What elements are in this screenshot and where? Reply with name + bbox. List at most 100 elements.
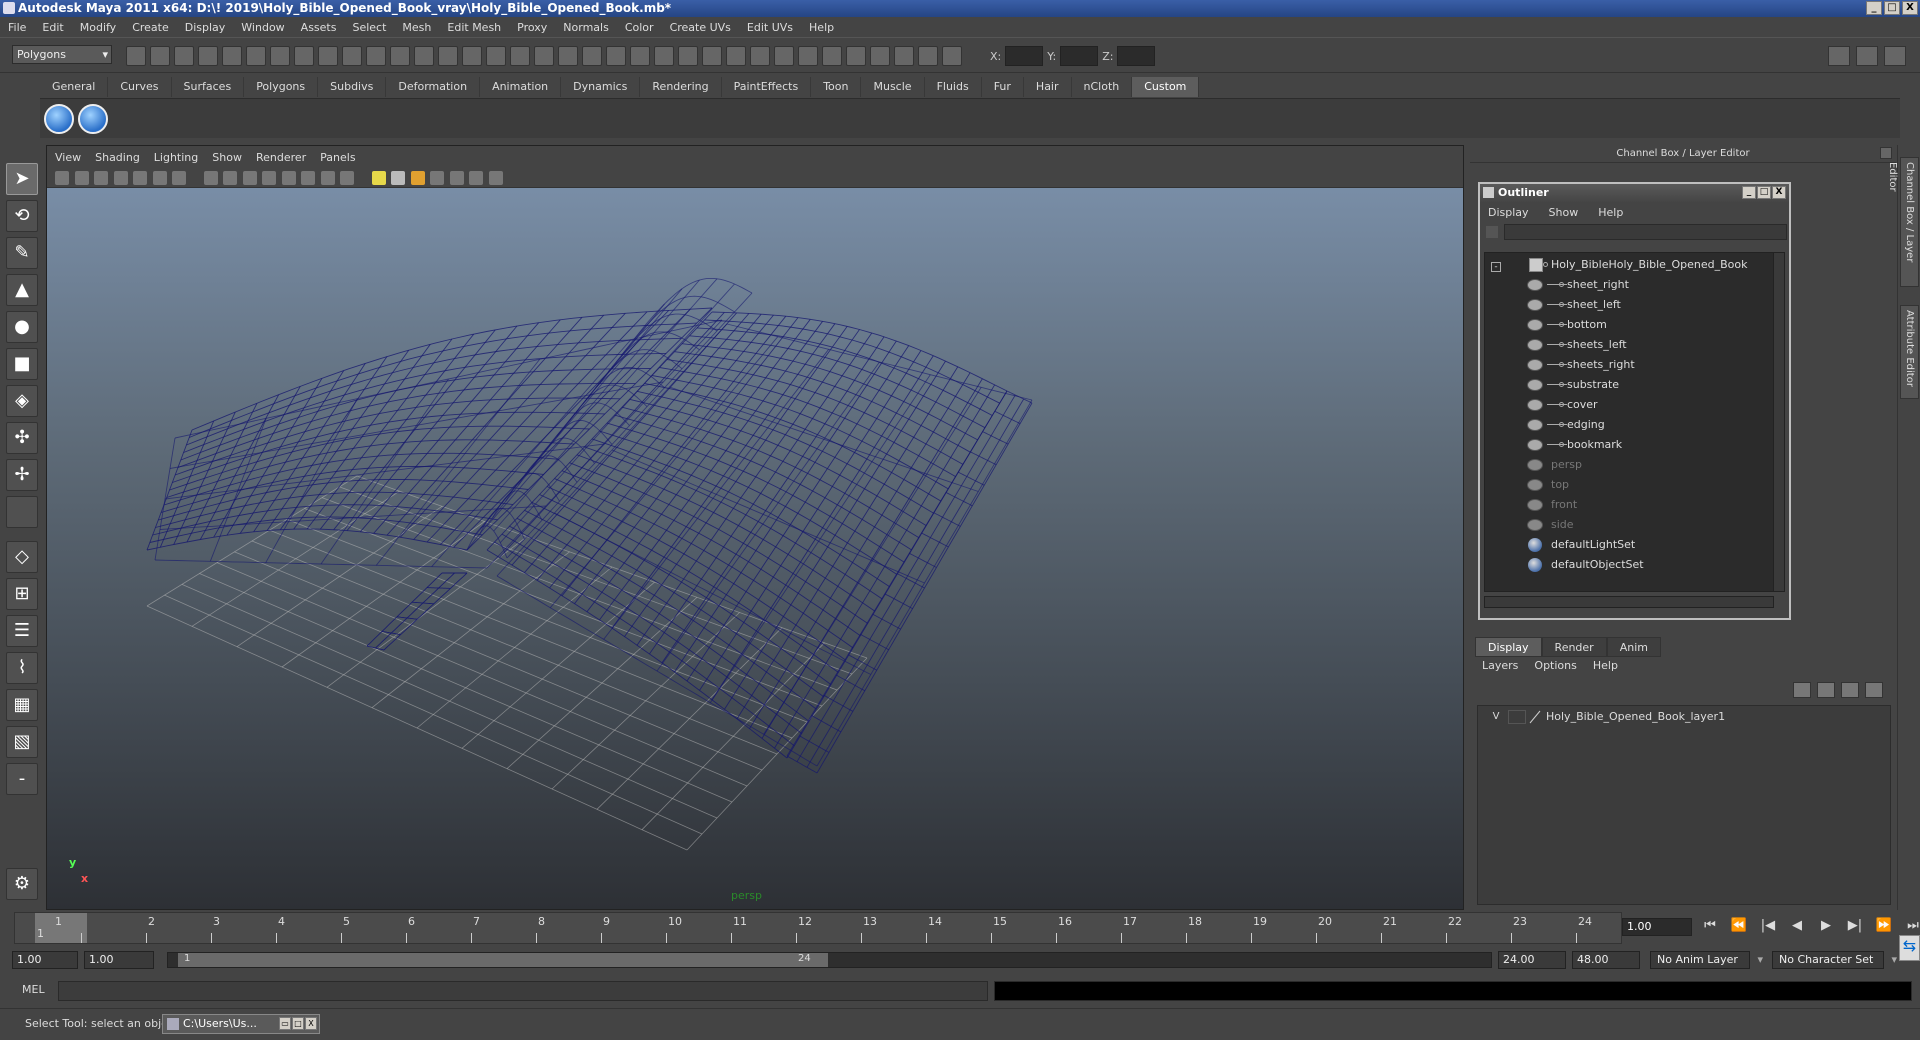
snap-surface-icon[interactable] bbox=[390, 46, 410, 66]
input-output-icon[interactable] bbox=[534, 46, 554, 66]
outliner-item-sheet-left[interactable]: sheet_left bbox=[1485, 295, 1775, 315]
viewport-menu-lighting[interactable]: Lighting bbox=[154, 151, 198, 164]
paint-icon[interactable] bbox=[822, 46, 842, 66]
snap-grid-icon[interactable] bbox=[294, 46, 314, 66]
select-by-object-icon[interactable] bbox=[222, 46, 242, 66]
shelf-tab-deformation[interactable]: Deformation bbox=[386, 77, 481, 97]
layer-menu-layers[interactable]: Layers bbox=[1482, 659, 1518, 677]
layer-visibility-toggle[interactable]: V bbox=[1488, 710, 1504, 724]
outliner-item-bookmark[interactable]: bookmark bbox=[1485, 435, 1775, 455]
shelf-tab-dynamics[interactable]: Dynamics bbox=[561, 77, 641, 97]
shelf-tab-ncloth[interactable]: nCloth bbox=[1072, 77, 1133, 97]
outliner-persp-layout-icon[interactable]: ☰ bbox=[6, 615, 38, 647]
magnet-icon[interactable] bbox=[726, 46, 746, 66]
layer-tab-render[interactable]: Render bbox=[1541, 637, 1607, 657]
step-forward-frame-icon[interactable]: ▶| bbox=[1845, 918, 1865, 933]
render-settings-icon[interactable] bbox=[510, 46, 530, 66]
field-chart-icon[interactable] bbox=[223, 171, 237, 185]
script-editor-icon[interactable]: ⚙ bbox=[6, 868, 38, 900]
snap-curve-icon[interactable] bbox=[318, 46, 338, 66]
save-scene-icon[interactable] bbox=[174, 46, 194, 66]
outliner-item-sheet-right[interactable]: sheet_right bbox=[1485, 275, 1775, 295]
outliner-item-root[interactable]: - Holy_BibleHoly_Bible_Opened_Book bbox=[1485, 255, 1775, 275]
menu-proxy[interactable]: Proxy bbox=[517, 21, 547, 34]
gate-mask-icon[interactable] bbox=[203, 171, 218, 185]
viewport-canvas[interactable] bbox=[47, 188, 1465, 910]
animation-start-time-field[interactable]: 1.00 bbox=[12, 951, 78, 969]
bookmark-icon[interactable] bbox=[94, 171, 108, 185]
step-back-frame-icon[interactable]: |◀ bbox=[1758, 918, 1778, 933]
custom-shelf-check-icon[interactable] bbox=[44, 104, 74, 134]
help-icon[interactable] bbox=[702, 46, 722, 66]
go-to-end-icon[interactable]: ⏭ bbox=[1903, 918, 1920, 933]
hypershade-icon[interactable] bbox=[582, 46, 602, 66]
outliner-item-camera-side[interactable]: side bbox=[1485, 515, 1775, 535]
new-empty-layer-icon[interactable] bbox=[1817, 682, 1835, 698]
minimize-button[interactable]: _ bbox=[1866, 1, 1882, 15]
render-view-icon[interactable] bbox=[438, 46, 458, 66]
xray-icon[interactable] bbox=[449, 171, 464, 185]
soft-mod-tool-icon[interactable]: ✣ bbox=[6, 422, 38, 454]
collapse-toggle-icon[interactable]: - bbox=[1491, 262, 1501, 272]
pin-icon[interactable] bbox=[774, 46, 794, 66]
last-tool-icon[interactable] bbox=[6, 496, 38, 528]
smooth-shade-icon[interactable] bbox=[301, 171, 315, 185]
select-by-hierarchy-icon[interactable] bbox=[198, 46, 218, 66]
viewport-menu-show[interactable]: Show bbox=[212, 151, 242, 164]
layer-menu-help[interactable]: Help bbox=[1593, 659, 1618, 677]
film-gate-icon[interactable] bbox=[152, 171, 167, 185]
outliner-maximize-button[interactable]: □ bbox=[1757, 186, 1771, 199]
outliner-item-defaultObjectSet[interactable]: defaultObjectSet bbox=[1485, 555, 1775, 575]
filter-icon[interactable] bbox=[1486, 226, 1498, 238]
viewport-menu-renderer[interactable]: Renderer bbox=[256, 151, 306, 164]
new-layer-from-selected-icon[interactable] bbox=[1793, 682, 1811, 698]
construction-history-icon[interactable] bbox=[558, 46, 578, 66]
isolate-select-icon[interactable] bbox=[430, 171, 444, 185]
lasso-icon[interactable] bbox=[798, 46, 818, 66]
viewport-menu-view[interactable]: View bbox=[55, 151, 81, 164]
shelf-tab-muscle[interactable]: Muscle bbox=[861, 77, 925, 97]
menu-mesh[interactable]: Mesh bbox=[402, 21, 431, 34]
show-manipulator-icon[interactable]: ✢ bbox=[6, 459, 38, 491]
menu-help[interactable]: Help bbox=[809, 21, 834, 34]
menu-normals[interactable]: Normals bbox=[563, 21, 609, 34]
node-icon[interactable] bbox=[918, 46, 938, 66]
step-back-key-icon[interactable]: ⏪ bbox=[1729, 918, 1749, 933]
history-icon[interactable] bbox=[414, 46, 434, 66]
four-view-layout-icon[interactable]: ⊞ bbox=[6, 578, 38, 610]
shadows-icon[interactable] bbox=[410, 171, 425, 185]
shelf-tab-polygons[interactable]: Polygons bbox=[244, 77, 319, 97]
command-input[interactable] bbox=[58, 981, 988, 1001]
menu-create-uvs[interactable]: Create UVs bbox=[670, 21, 731, 34]
shelf-tab-surfaces[interactable]: Surfaces bbox=[172, 77, 245, 97]
play-backwards-icon[interactable]: ◀ bbox=[1787, 918, 1807, 933]
outliner-menu-display[interactable]: Display bbox=[1488, 206, 1529, 219]
maximize-small-button[interactable]: □ bbox=[292, 1017, 304, 1030]
outliner-menu-show[interactable]: Show bbox=[1549, 206, 1579, 219]
x-field[interactable] bbox=[1005, 46, 1044, 66]
all-lights-icon[interactable] bbox=[391, 171, 405, 185]
dop-icon[interactable] bbox=[846, 46, 866, 66]
anim-layer-dropdown[interactable]: No Anim Layer bbox=[1650, 951, 1763, 969]
anim-icon[interactable] bbox=[894, 46, 914, 66]
shelf-tab-fluids[interactable]: Fluids bbox=[925, 77, 982, 97]
menu-edit-uvs[interactable]: Edit UVs bbox=[747, 21, 793, 34]
link-icon[interactable] bbox=[870, 46, 890, 66]
layer-tab-display[interactable]: Display bbox=[1475, 637, 1542, 657]
wireframe-on-shaded-icon[interactable] bbox=[320, 171, 335, 185]
hud-icon[interactable] bbox=[488, 171, 503, 185]
universal-manipulator-icon[interactable]: ◈ bbox=[6, 385, 38, 417]
menu-window[interactable]: Window bbox=[241, 21, 284, 34]
ipr-render-icon[interactable] bbox=[486, 46, 506, 66]
menu-display[interactable]: Display bbox=[185, 21, 226, 34]
menu-set-selector[interactable]: Polygons bbox=[12, 45, 112, 64]
shelf-tab-painteffects[interactable]: PaintEffects bbox=[722, 77, 812, 97]
teamviewer-icon[interactable]: ⇆ bbox=[1899, 935, 1920, 961]
outliner-item-defaultLightSet[interactable]: defaultLightSet bbox=[1485, 535, 1775, 555]
close-button[interactable]: X bbox=[1902, 1, 1918, 15]
playback-start-time-field[interactable]: 1.00 bbox=[84, 951, 154, 969]
outliner-menu-help[interactable]: Help bbox=[1598, 206, 1623, 219]
lock-selection-icon[interactable] bbox=[270, 46, 290, 66]
image-plane-icon[interactable] bbox=[113, 171, 128, 185]
shelf-tab-general[interactable]: General bbox=[40, 77, 109, 97]
